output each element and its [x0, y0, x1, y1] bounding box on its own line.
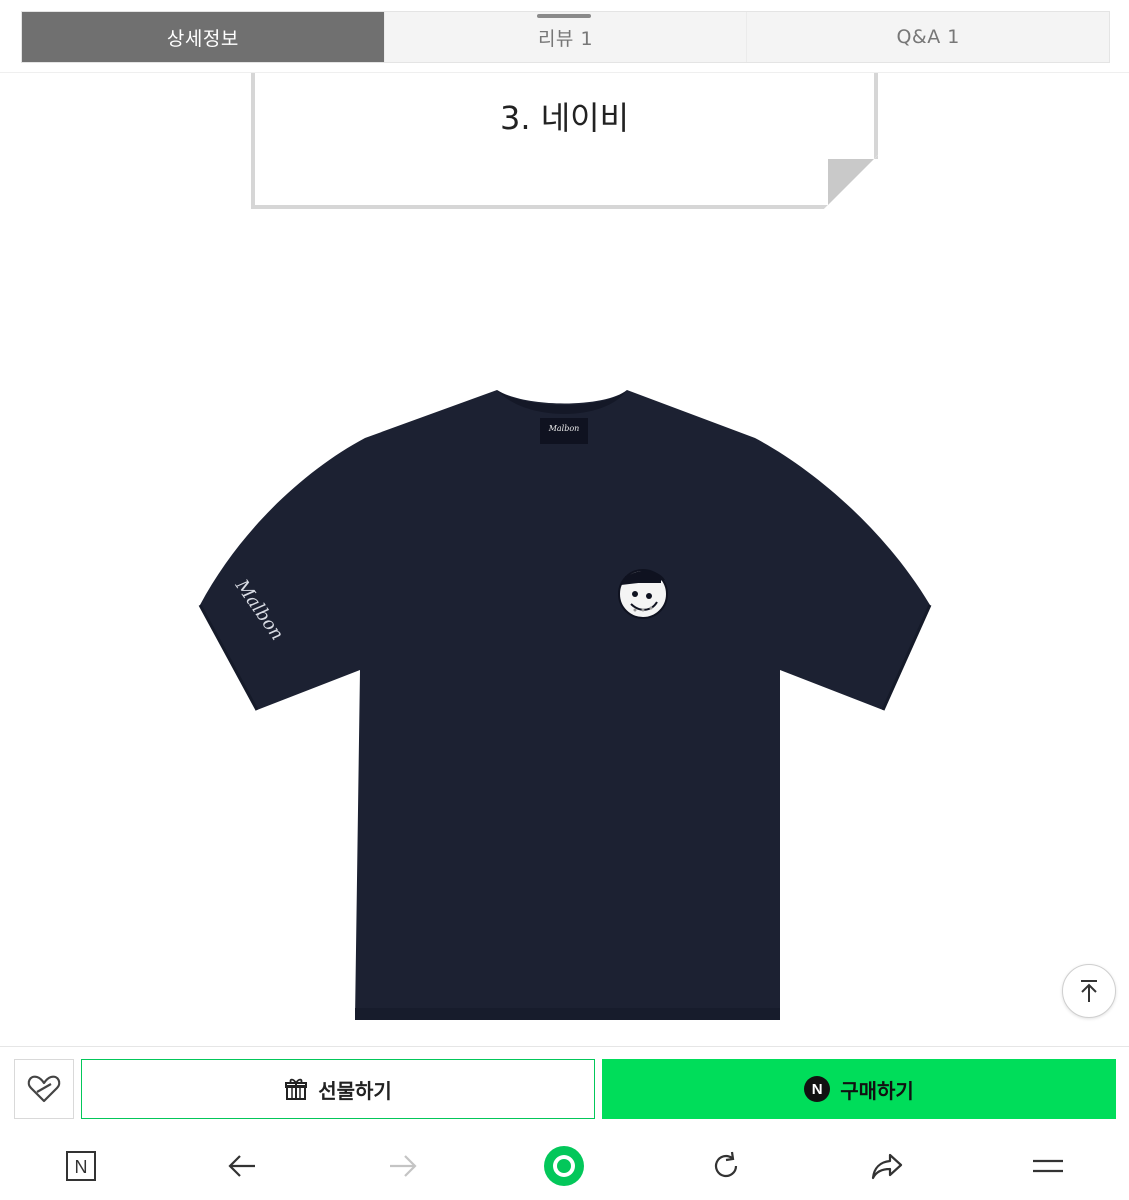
back-arrow-icon	[228, 1155, 255, 1177]
color-option-title: 3. 네이비	[499, 99, 630, 137]
forward-arrow-icon	[390, 1155, 417, 1177]
forward-button[interactable]	[323, 1132, 484, 1200]
menu-icon	[1033, 1159, 1064, 1173]
wishlist-button[interactable]	[14, 1059, 74, 1119]
tab-details[interactable]: 상세정보	[22, 12, 384, 62]
browser-nav-bar: N	[0, 1132, 1129, 1200]
product-image: Malbon Malbon	[198, 390, 932, 1020]
gift-button-label: 선물하기	[318, 1078, 392, 1103]
gift-button[interactable]: 선물하기	[81, 1059, 595, 1119]
menu-button[interactable]	[968, 1132, 1129, 1200]
naver-n-icon: N	[65, 1151, 96, 1181]
home-button[interactable]: N	[0, 1132, 161, 1200]
naver-pay-icon: N	[804, 1076, 831, 1102]
scroll-to-top-button[interactable]	[1062, 964, 1116, 1018]
buy-button[interactable]: N 구매하기	[602, 1059, 1116, 1119]
share-icon	[871, 1153, 903, 1180]
green-dot-icon	[544, 1146, 585, 1186]
svg-text:N: N	[74, 1157, 87, 1177]
green-dot-button[interactable]	[484, 1132, 645, 1200]
tshirt-shape	[200, 390, 930, 1020]
tab-reviews[interactable]: 리뷰 1	[383, 12, 747, 62]
heart-icon	[27, 1075, 61, 1103]
arrow-up-icon	[1081, 980, 1097, 1002]
buy-button-label: 구매하기	[840, 1078, 914, 1103]
tab-qna[interactable]: Q&A 1	[746, 12, 1109, 62]
share-button[interactable]	[806, 1132, 967, 1200]
neck-label-text: Malbon	[548, 424, 580, 433]
color-note-card: 3. 네이비	[251, 73, 878, 209]
detail-tabs: 상세정보 리뷰 1 Q&A 1	[21, 11, 1110, 63]
purchase-bar: 선물하기 N 구매하기	[0, 1046, 1129, 1132]
product-detail-page: 상세정보 리뷰 1 Q&A 1 3. 네이비 Malbon Malbon 선물하…	[0, 0, 1129, 1200]
reload-button[interactable]	[645, 1132, 806, 1200]
folded-corner-icon	[824, 155, 878, 209]
back-button[interactable]	[161, 1132, 322, 1200]
gift-icon	[285, 1078, 308, 1100]
reload-icon	[714, 1151, 737, 1178]
scroll-indicator[interactable]	[537, 14, 591, 18]
chest-logo-icon	[618, 569, 668, 619]
